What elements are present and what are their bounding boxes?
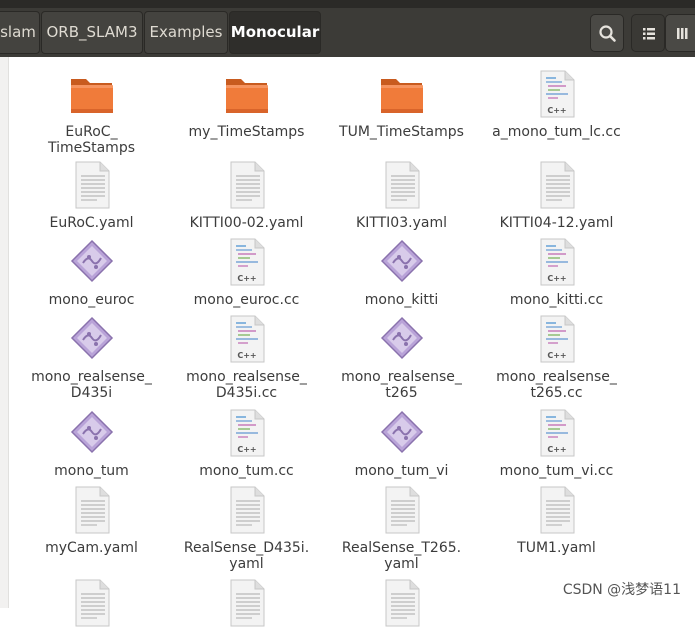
file-item-label: mono_tum <box>54 463 129 479</box>
file-item-label: RealSense_T265. yaml <box>341 540 462 572</box>
file-item-label: EuRoC.yaml <box>49 215 134 231</box>
file-item[interactable]: TUM1.yaml <box>479 485 634 556</box>
executable-file-icon <box>377 314 427 364</box>
file-item[interactable]: EuRoC.yaml <box>14 160 169 231</box>
folder-icon <box>67 69 117 119</box>
text-file-icon <box>67 485 117 535</box>
file-item-label: mono_realsense_ D435i <box>31 369 152 401</box>
text-file-icon <box>67 160 117 210</box>
search-button[interactable] <box>590 14 624 52</box>
folder-icon <box>222 69 272 119</box>
cpp-source-file-icon: C++ <box>222 314 272 364</box>
file-item[interactable]: RealSense_T265. yaml <box>324 485 479 572</box>
file-item-label: mono_tum.cc <box>199 463 294 479</box>
file-item[interactable]: KITTI03.yaml <box>324 160 479 231</box>
watermark: CSDN @浅梦语11 <box>562 582 681 598</box>
executable-file-icon <box>67 314 117 364</box>
file-item[interactable]: C++ mono_realsense_ D435i.cc <box>169 314 324 401</box>
grid-view-button[interactable] <box>665 14 695 52</box>
cpp-source-file-icon: C++ <box>532 237 582 287</box>
file-item[interactable]: mono_tum <box>14 408 169 479</box>
svg-text:C++: C++ <box>237 445 256 454</box>
file-item[interactable]: mono_kitti <box>324 237 479 308</box>
file-item-label: KITTI00-02.yaml <box>189 215 304 231</box>
text-file-icon <box>222 485 272 535</box>
file-item[interactable] <box>324 578 479 628</box>
file-item[interactable] <box>169 578 324 628</box>
executable-file-icon <box>377 237 427 287</box>
sidebar-edge <box>0 57 9 608</box>
cpp-source-file-icon: C++ <box>532 314 582 364</box>
svg-text:C++: C++ <box>547 274 566 283</box>
breadcrumb-orb-slam3[interactable]: ORB_SLAM3 <box>41 11 143 54</box>
text-file-icon <box>67 578 117 628</box>
executable-file-icon <box>67 408 117 458</box>
file-item[interactable]: C++ a_mono_tum_lc.cc <box>479 69 634 140</box>
file-item-label: KITTI04-12.yaml <box>499 215 614 231</box>
text-file-icon <box>532 485 582 535</box>
text-file-icon <box>222 578 272 628</box>
file-item[interactable]: mono_realsense_ t265 <box>324 314 479 401</box>
file-item-label: mono_tum_vi.cc <box>499 463 614 479</box>
cpp-source-file-icon: C++ <box>222 237 272 287</box>
svg-text:C++: C++ <box>547 445 566 454</box>
file-item-label: KITTI03.yaml <box>356 215 447 231</box>
text-file-icon <box>377 578 427 628</box>
file-item[interactable]: mono_tum_vi <box>324 408 479 479</box>
cpp-source-file-icon: C++ <box>222 408 272 458</box>
executable-file-icon <box>67 237 117 287</box>
text-file-icon <box>532 160 582 210</box>
list-view-icon <box>643 28 655 40</box>
file-item[interactable]: my_TimeStamps <box>169 69 324 140</box>
file-item[interactable]: KITTI04-12.yaml <box>479 160 634 231</box>
file-item[interactable]: myCam.yaml <box>14 485 169 556</box>
cpp-source-file-icon: C++ <box>532 408 582 458</box>
breadcrumb-examples[interactable]: Examples <box>144 11 228 54</box>
cpp-source-file-icon: C++ <box>532 69 582 119</box>
file-item-label: mono_kitti.cc <box>509 292 604 308</box>
file-item-label: mono_kitti <box>364 292 439 308</box>
file-item-label: mono_euroc <box>48 292 135 308</box>
file-item-label: RealSense_D435i. yaml <box>183 540 310 572</box>
window-top-edge <box>0 0 695 8</box>
file-item-label: my_TimeStamps <box>188 124 305 140</box>
file-item[interactable]: C++ mono_euroc.cc <box>169 237 324 308</box>
file-item-label: mono_realsense_ t265.cc <box>496 369 617 401</box>
file-item[interactable]: C++ mono_realsense_ t265.cc <box>479 314 634 401</box>
file-item[interactable]: EuRoC_ TimeStamps <box>14 69 169 156</box>
file-item-label: mono_tum_vi <box>354 463 449 479</box>
file-item[interactable]: KITTI00-02.yaml <box>169 160 324 231</box>
file-item-label: a_mono_tum_lc.cc <box>492 124 621 140</box>
breadcrumb-monocular[interactable]: Monocular <box>229 11 321 54</box>
folder-icon <box>377 69 427 119</box>
text-file-icon <box>377 485 427 535</box>
list-view-button[interactable] <box>631 14 665 52</box>
file-item[interactable]: C++ mono_kitti.cc <box>479 237 634 308</box>
grid-view-icon <box>677 28 688 39</box>
file-item-label: myCam.yaml <box>45 540 138 556</box>
file-item-label: EuRoC_ TimeStamps <box>47 124 136 156</box>
text-file-icon <box>377 160 427 210</box>
file-item-label: mono_realsense_ t265 <box>341 369 462 401</box>
file-item[interactable]: mono_euroc <box>14 237 169 308</box>
file-item[interactable] <box>14 578 169 628</box>
svg-text:C++: C++ <box>547 106 566 115</box>
file-item-label: TUM_TimeStamps <box>339 124 464 140</box>
file-item[interactable]: C++ mono_tum.cc <box>169 408 324 479</box>
svg-text:C++: C++ <box>237 351 256 360</box>
executable-file-icon <box>377 408 427 458</box>
file-item[interactable]: RealSense_D435i. yaml <box>169 485 324 572</box>
file-item[interactable]: mono_realsense_ D435i <box>14 314 169 401</box>
svg-text:C++: C++ <box>237 274 256 283</box>
file-item-label: mono_euroc.cc <box>193 292 300 308</box>
breadcrumb-slam[interactable]: slam <box>0 11 40 54</box>
file-item-label: TUM1.yaml <box>517 540 596 556</box>
file-item-label: mono_realsense_ D435i.cc <box>186 369 307 401</box>
search-icon <box>599 25 616 42</box>
file-item[interactable]: C++ mono_tum_vi.cc <box>479 408 634 479</box>
file-item[interactable]: TUM_TimeStamps <box>324 69 479 140</box>
header-bar: slam ORB_SLAM3 Examples Monocular <box>0 0 695 57</box>
svg-text:C++: C++ <box>547 351 566 360</box>
text-file-icon <box>222 160 272 210</box>
